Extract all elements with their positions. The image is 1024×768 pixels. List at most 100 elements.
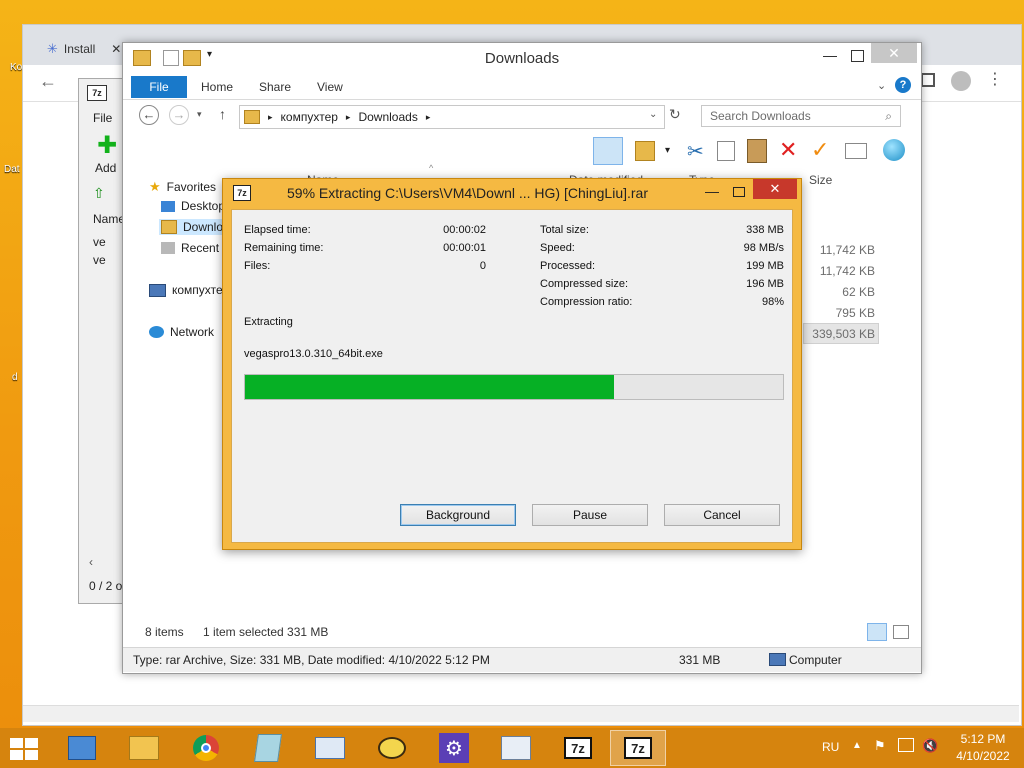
table-cell-size: 11,742 KB [819,243,875,257]
back-arrow-icon[interactable]: ← [139,105,159,125]
start-button[interactable] [10,738,38,760]
taskbar-7zip-1[interactable]: 7z [550,730,606,766]
sidebar-icon[interactable] [921,73,935,87]
taskbar-explorer[interactable] [116,730,172,766]
recent-locations-icon[interactable]: ▾ [197,109,202,120]
minimize-icon[interactable]: — [823,47,837,63]
taskbar-7zip-2[interactable]: 7z [610,730,666,766]
refresh-icon[interactable]: ↻ [669,106,681,123]
horizontal-scrollbar[interactable] [23,705,1019,722]
copy-icon[interactable] [717,141,735,161]
preview-pane-icon[interactable] [593,137,623,165]
background-button[interactable]: Background [400,504,516,526]
operation-label: Extracting [244,316,293,328]
close-icon[interactable]: ✕ [111,42,121,56]
checkmark-icon[interactable]: ✓ [811,137,829,163]
scroll-left-icon[interactable]: ‹ [89,555,93,569]
paste-icon[interactable] [747,139,767,163]
ribbon-tab-share[interactable]: Share [259,76,291,98]
dialog-titlebar: 7z 59% Extracting C:\Users\VM4\Downl ...… [223,179,801,207]
search-input[interactable]: Search Downloads ⌕ [701,105,901,127]
rename-icon[interactable] [845,143,867,159]
add-button-label[interactable]: Add [95,161,116,175]
minimize-icon[interactable]: — [705,183,719,199]
menu-dots-icon[interactable]: ⋮ [987,69,1003,89]
remaining-time-label: Remaining time: [244,242,324,254]
nav-network[interactable]: Network [149,325,214,339]
taskbar-osk[interactable] [302,730,358,766]
chevron-down-icon[interactable]: ⌄ [877,79,886,92]
close-icon[interactable]: ✕ [871,43,917,63]
7zip-logo-icon: 7z [233,185,251,201]
up-arrow-icon[interactable]: ↑ [219,106,226,122]
tray-expand-icon[interactable]: ▲ [852,740,862,751]
clock[interactable]: 5:12 PM 4/10/2022 [948,732,1018,763]
back-arrow-icon[interactable]: ← [39,71,57,92]
compressed-size-value: 196 MB [746,278,784,290]
windows-logo-icon [10,750,23,760]
breadcrumb-downloads[interactable]: Downloads [358,110,417,124]
folder-options-icon[interactable] [635,141,655,161]
chevron-down-icon[interactable]: ▾ [665,145,670,156]
desktop-icon-label[interactable]: Ko [10,62,22,73]
computer-icon [769,653,786,666]
list-item[interactable]: ve [93,235,106,249]
help-icon[interactable]: ? [895,77,911,93]
windows-logo-icon [25,738,38,748]
details-view-icon[interactable] [867,623,887,641]
explorer-titlebar: ▾ Downloads — ✕ [123,43,921,73]
network-icon[interactable] [898,738,914,752]
desktop-icon-label[interactable]: d [12,372,18,383]
cancel-button[interactable]: Cancel [664,504,780,526]
table-cell-size: 339,503 KB [812,327,875,341]
table-cell-size: 795 KB [835,306,875,320]
column-header-size[interactable]: Size [809,173,832,187]
add-icon[interactable]: ✚ [97,134,117,158]
downloads-folder-icon [161,220,177,234]
volume-muted-icon[interactable]: 🔇 [922,738,938,754]
nav-recent-places[interactable]: Recent p [161,241,229,255]
nav-downloads[interactable]: Downlo [159,219,226,235]
taskbar-notepad[interactable] [240,730,296,766]
clock-date: 4/10/2022 [956,749,1010,763]
desktop-icon-label[interactable]: Dat [4,164,20,175]
maximize-icon[interactable] [733,187,745,197]
address-bar[interactable]: ▸ компухтер ▸ Downloads ▸ [239,105,665,129]
details-status-bar: Type: rar Archive, Size: 331 MB, Date mo… [123,647,921,672]
taskbar-perf-monitor[interactable] [488,730,544,766]
maximize-icon[interactable] [851,50,864,62]
flag-icon[interactable]: ⚑ [874,738,886,754]
taskbar-settings[interactable]: ⚙ [426,730,482,766]
ribbon-tab-home[interactable]: Home [201,76,233,98]
menu-file[interactable]: File [93,111,112,125]
taskbar-app-sheep[interactable] [364,730,420,766]
language-indicator[interactable]: RU [822,740,839,754]
up-folder-icon[interactable]: ⇧ [93,185,105,202]
address-dropdown-icon[interactable]: ⌄ [649,109,657,120]
cut-icon[interactable]: ✂ [687,139,704,164]
list-item[interactable]: ve [93,253,106,267]
breadcrumb-computer[interactable]: компухтер [281,110,338,124]
star-icon: ★ [149,179,161,194]
profile-avatar[interactable] [951,71,971,91]
forward-arrow-icon[interactable]: → [169,105,189,125]
ribbon-tab-file[interactable]: File [131,76,187,98]
column-name[interactable]: Name [93,212,125,226]
compression-ratio-label: Compression ratio: [540,296,633,308]
delete-icon[interactable]: ✕ [779,137,797,163]
pause-button[interactable]: Pause [532,504,648,526]
ribbon-tab-view[interactable]: View [317,76,343,98]
nav-computer[interactable]: компухте [149,283,223,297]
remaining-time-value: 00:00:01 [443,242,486,254]
globe-icon[interactable] [883,139,905,161]
7zip-logo-icon: 7z [87,85,107,101]
taskbar-chrome[interactable] [178,730,234,766]
taskbar-control-panel[interactable] [54,730,110,766]
nav-favorites[interactable]: ★ Favorites [149,179,216,195]
close-icon[interactable]: ✕ [753,179,797,199]
nav-label: Desktop [181,199,226,213]
files-value: 0 [479,260,486,272]
nav-desktop[interactable]: Desktop [161,199,225,213]
control-panel-icon [68,736,96,760]
large-icons-view-icon[interactable] [893,625,909,639]
